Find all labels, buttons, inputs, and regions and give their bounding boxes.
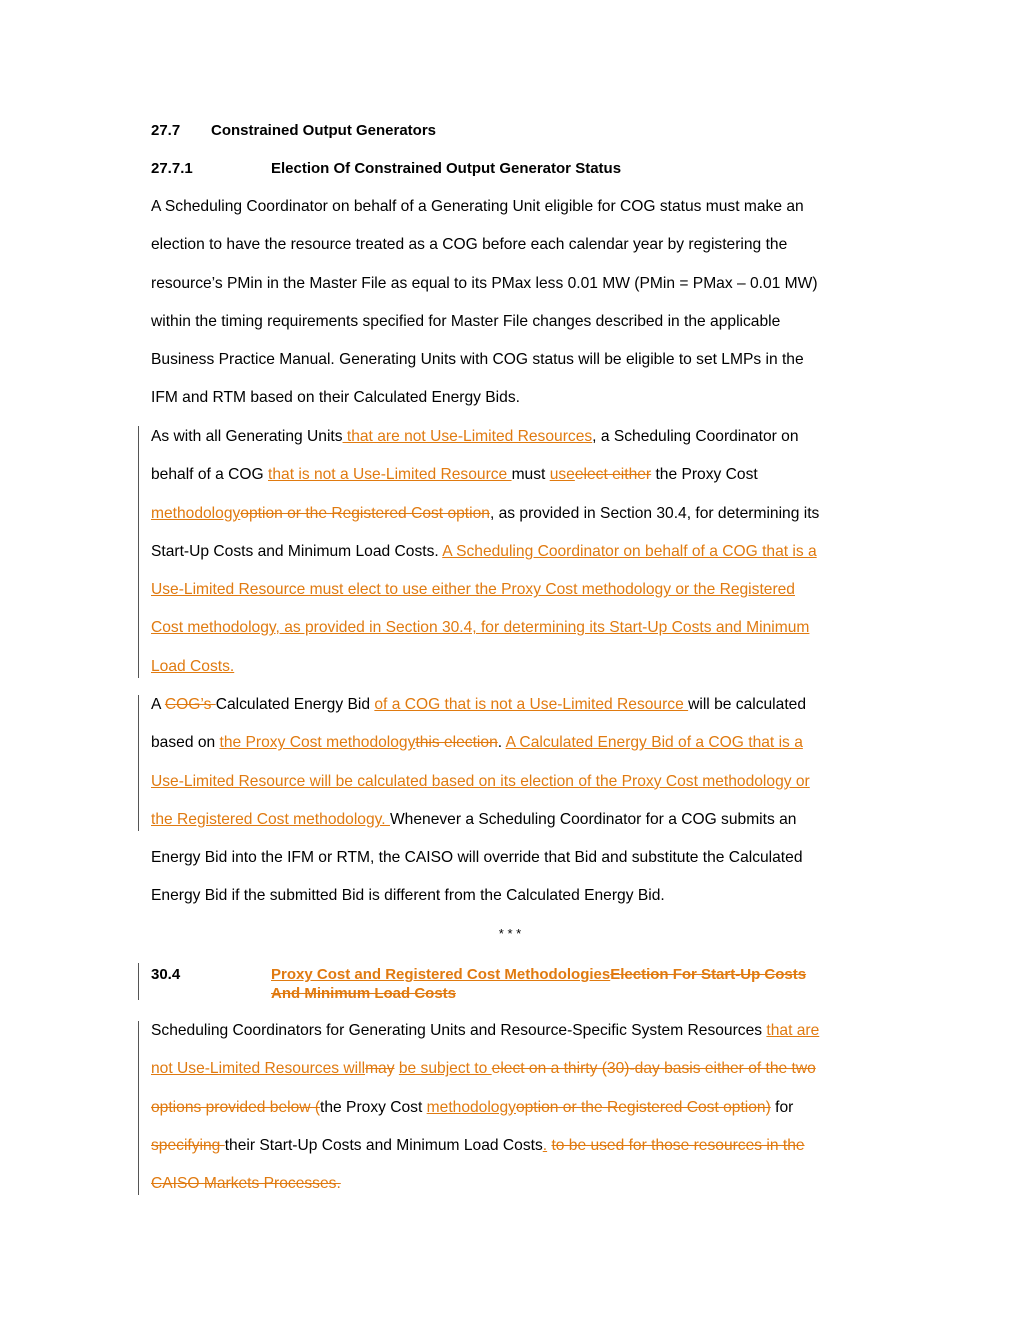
text-line: A Scheduling Coordinator on behalf of a … [151, 198, 804, 215]
change-bar [138, 426, 139, 678]
inserted-text: that are [766, 1022, 820, 1039]
deleted-text: CAISO Markets Processes. [151, 1175, 341, 1193]
inserted-text: that is not a Use-Limited Resource [268, 466, 512, 484]
section-heading-27-7-1: 27.7.1 Election Of Constrained Output Ge… [151, 159, 621, 178]
text-run: , a Scheduling Coordinator on [592, 428, 799, 445]
text-line: CAISO Markets Processes. [151, 1165, 881, 1203]
paragraph-calculated-energy-bid: A COG’s Calculated Energy Bid of a COG t… [151, 686, 881, 916]
text-line: behalf of a COG that is not a Use-Limite… [151, 456, 881, 494]
text-run: Energy Bid if the submitted Bid is diffe… [151, 887, 665, 905]
text-run: their Start-Up Costs and Minimum Load Co… [224, 1136, 543, 1154]
section-title: Constrained Output Generators [211, 122, 437, 139]
paragraph-scheduling-coordinators: Scheduling Coordinators for Generating U… [151, 1012, 881, 1203]
text-run: for [770, 1098, 794, 1116]
text-line: Business Practice Manual. Generating Uni… [151, 351, 804, 369]
inserted-text: the Registered Cost methodology. [151, 810, 390, 828]
inserted-text: Use-Limited Resource will be calculated … [151, 772, 810, 790]
text-line: based on the Proxy Cost methodologythis … [151, 724, 881, 762]
text-line: A COG’s Calculated Energy Bid of a COG t… [151, 686, 881, 724]
text-run: Whenever a Scheduling Coordinator for a … [389, 810, 797, 828]
deleted-text: option or the Registered Cost option [240, 504, 490, 522]
text-line: Scheduling Coordinators for Generating U… [151, 1012, 881, 1050]
text-line: Load Costs. [151, 648, 881, 686]
text-line: resource’s PMin in the Master File as eq… [151, 274, 818, 292]
text-line: the Registered Cost methodology. Wheneve… [151, 801, 881, 839]
text-run: Scheduling Coordinators for Generating U… [151, 1022, 767, 1039]
inserted-text: methodology [426, 1098, 516, 1116]
text-line: Use-Limited Resource will be calculated … [151, 763, 881, 801]
change-bar [138, 1021, 139, 1195]
inserted-text: Use-Limited Resource must elect to use e… [151, 581, 795, 599]
deleted-text: this election [415, 734, 498, 752]
deleted-text: elect on a thirty (30)-day basis either … [491, 1060, 816, 1078]
text-line: methodologyoption or the Registered Cost… [151, 495, 881, 533]
text-line: As with all Generating Units that are no… [151, 418, 881, 456]
text-run: . [497, 734, 506, 752]
text-line: election to have the resource treated as… [151, 236, 788, 254]
inserted-text: not Use-Limited Resources will [151, 1060, 366, 1078]
text-line: Use-Limited Resource must elect to use e… [151, 571, 881, 609]
inserted-text: of a COG that is not a Use-Limited Resou… [374, 696, 689, 713]
inserted-text: A Scheduling Coordinator on behalf of a … [442, 542, 817, 560]
text-run: , as provided in Section 30.4, for deter… [489, 504, 820, 522]
text-run: must [511, 466, 550, 484]
deleted-text: And Minimum Load Costs [271, 985, 456, 1002]
text-run: will be calculated [688, 696, 806, 713]
text-run: Energy Bid into the IFM or RTM, the CAIS… [151, 849, 803, 867]
section-number: 27.7 [151, 122, 181, 139]
deleted-text: COG’s [164, 696, 216, 713]
text-run: the Proxy Cost [320, 1098, 427, 1116]
section-title: Election Of Constrained Output Generator… [271, 160, 622, 177]
deleted-text: to be used for those resources in the [551, 1136, 805, 1154]
text-run: As with all Generating Units [151, 428, 343, 445]
inserted-text: use [549, 466, 575, 484]
section-title: Proxy Cost and Registered Cost Methodolo… [271, 965, 871, 1003]
text-run: behalf of a COG [151, 466, 269, 484]
inserted-text: methodology [151, 504, 241, 522]
text-line: not Use-Limited Resources willmay be sub… [151, 1050, 881, 1088]
inserted-text: that are not Use-Limited Resources [342, 428, 593, 445]
text-line: Cost methodology, as provided in Section… [151, 609, 881, 647]
document-page: 27.7 Constrained Output Generators 27.7.… [0, 0, 1020, 1320]
text-run: Start-Up Costs and Minimum Load Costs. [151, 542, 443, 560]
section-separator: * * * [498, 926, 522, 941]
text-line: within the timing requirements specified… [151, 312, 781, 330]
deleted-text: options provided below ( [151, 1098, 321, 1116]
text-run: based on [151, 734, 220, 752]
text-line: options provided below (the Proxy Cost m… [151, 1089, 881, 1127]
text-run: A [151, 696, 165, 713]
inserted-text: Proxy Cost and Registered Cost Methodolo… [271, 966, 611, 983]
deleted-text: elect either [574, 466, 652, 484]
change-bar [138, 695, 139, 831]
inserted-text: Cost methodology, as provided in Section… [151, 619, 810, 637]
deleted-text: Election For Start-Up Costs [610, 966, 807, 983]
section-number: 27.7.1 [151, 160, 193, 177]
paragraph-proxy-cost-election: As with all Generating Units that are no… [151, 418, 881, 686]
deleted-text: may [365, 1060, 395, 1078]
text-line: Start-Up Costs and Minimum Load Costs. A… [151, 533, 881, 571]
deleted-text: option or the Registered Cost option) [515, 1098, 771, 1116]
inserted-text: Load Costs. [151, 657, 235, 675]
inserted-text: the Proxy Cost methodology [219, 734, 416, 752]
text-line: Energy Bid if the submitted Bid is diffe… [151, 877, 881, 915]
text-line: IFM and RTM based on their Calculated En… [151, 389, 520, 407]
text-run: Calculated Energy Bid [215, 696, 375, 713]
section-number: 30.4 [151, 966, 181, 983]
text-line: specifying their Start-Up Costs and Mini… [151, 1127, 881, 1165]
text-line: Energy Bid into the IFM or RTM, the CAIS… [151, 839, 881, 877]
section-heading-27-7: 27.7 Constrained Output Generators [151, 121, 436, 140]
deleted-text: specifying [151, 1136, 225, 1154]
inserted-text: be subject to [398, 1060, 492, 1078]
change-bar [138, 963, 139, 1000]
text-run: the Proxy Cost [651, 466, 758, 484]
paragraph-cog-election: A Scheduling Coordinator on behalf of a … [151, 188, 881, 418]
inserted-text: A Calculated Energy Bid of a COG that is… [505, 734, 803, 752]
